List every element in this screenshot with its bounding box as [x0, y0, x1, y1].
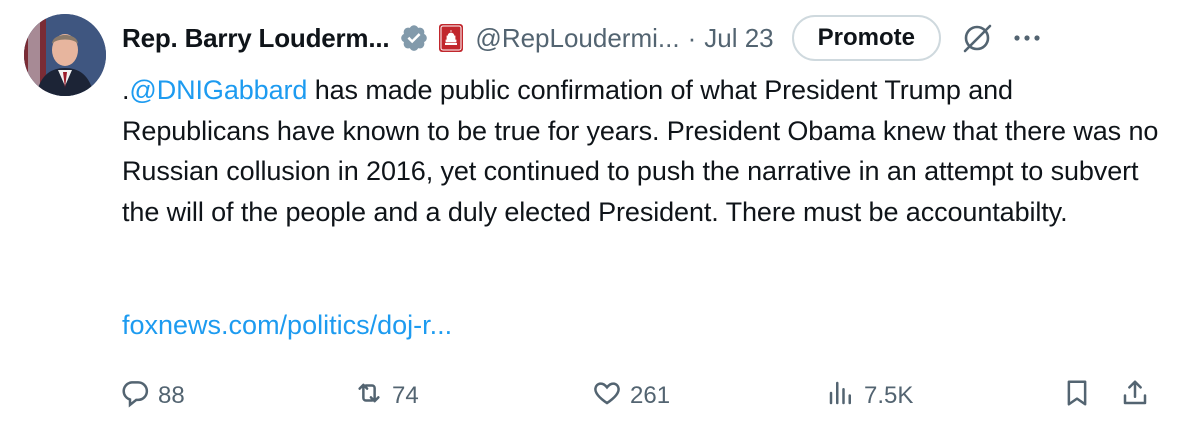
like-count: 261 — [630, 382, 671, 409]
author-handle[interactable]: @RepLoudermi... — [475, 23, 679, 54]
share-button[interactable] — [1120, 374, 1150, 418]
avatar[interactable] — [24, 14, 106, 96]
views-button[interactable]: 7.5K — [826, 374, 913, 418]
verified-badge-icon[interactable] — [399, 23, 429, 53]
promote-button[interactable]: Promote — [791, 15, 941, 61]
article-link[interactable]: foxnews.com/politics/doj-r... — [122, 310, 452, 341]
like-icon — [592, 378, 622, 415]
bookmark-button[interactable] — [1062, 374, 1092, 418]
author-name[interactable]: Rep. Barry Louderm... — [122, 23, 390, 54]
grok-icon[interactable] — [959, 20, 995, 56]
bookmark-icon — [1062, 378, 1092, 415]
repost-count: 74 — [392, 382, 419, 409]
tweet-header: Rep. Barry Louderm... @RepLoudermi... · … — [122, 14, 1154, 62]
tweet-text: .@DNIGabbard has made public confirmatio… — [122, 70, 1162, 232]
like-button[interactable]: 261 — [592, 374, 670, 418]
repost-button[interactable]: 74 — [354, 374, 419, 418]
repost-icon — [354, 378, 384, 415]
share-icon — [1120, 378, 1150, 415]
reply-count: 88 — [158, 382, 185, 409]
separator-dot: · — [687, 22, 697, 53]
mention-link[interactable]: @DNIGabbard — [129, 75, 307, 105]
action-bar: 88 74 261 7.5K — [120, 374, 1160, 418]
tweet-date[interactable]: Jul 23 — [704, 23, 773, 54]
reply-icon — [120, 378, 150, 415]
views-count: 7.5K — [864, 382, 914, 409]
reply-button[interactable]: 88 — [120, 374, 185, 418]
government-badge-icon[interactable] — [439, 24, 464, 52]
views-icon — [826, 378, 856, 415]
more-icon[interactable] — [1011, 22, 1043, 54]
